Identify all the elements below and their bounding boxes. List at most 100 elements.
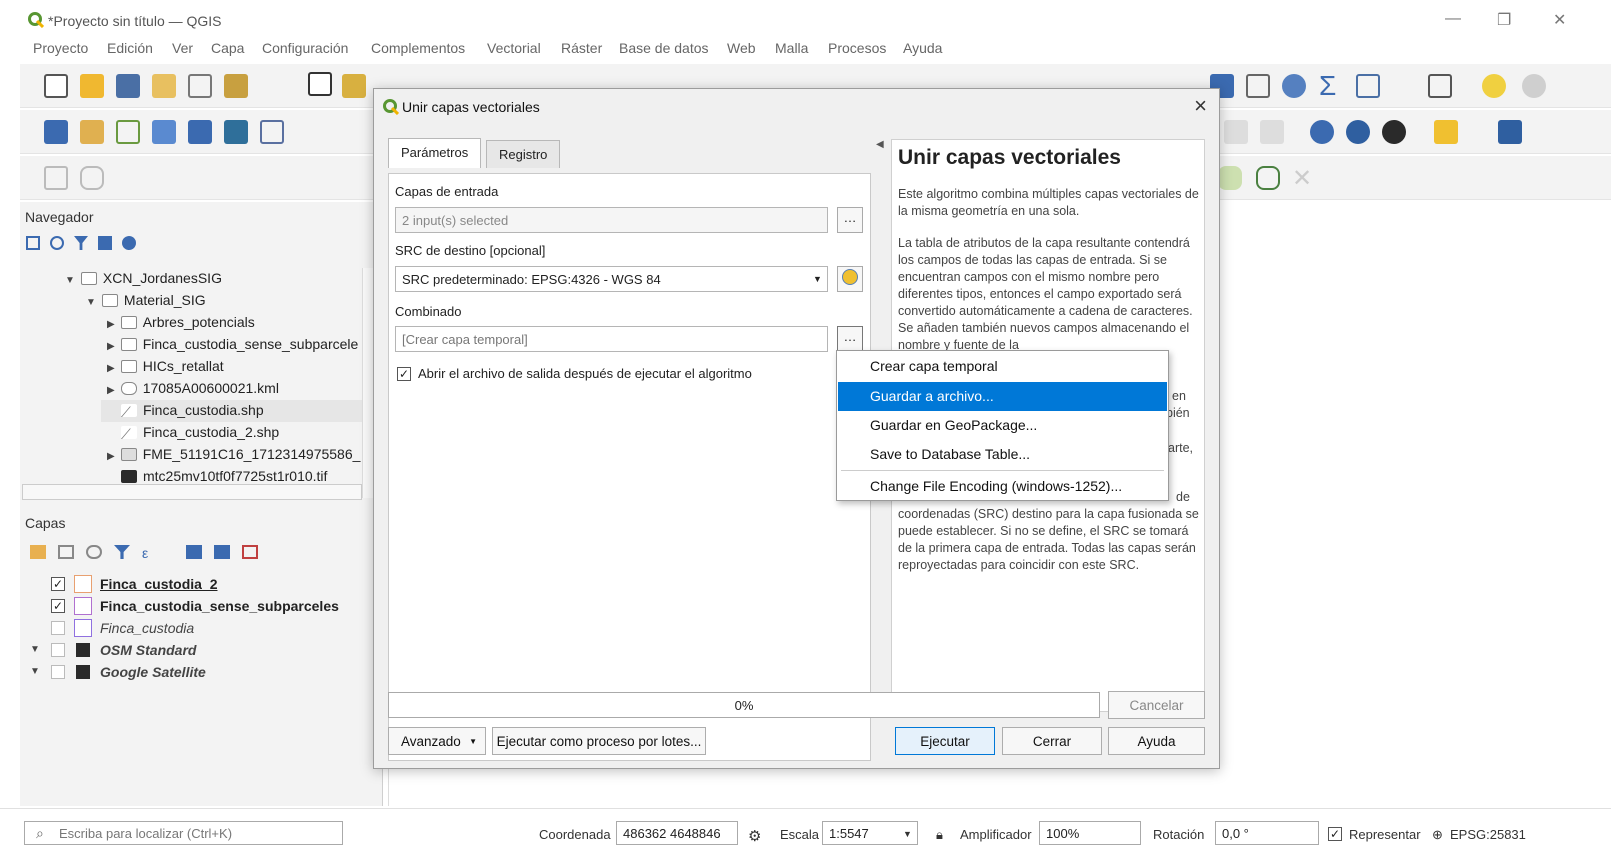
filter-icon[interactable] [74,236,88,250]
print-layout-icon[interactable] [188,74,212,98]
menu-item-change-encoding[interactable]: Change File Encoding (windows-1252)... [838,472,1167,501]
expand-arrow-icon[interactable]: ▼ [30,644,40,655]
close-window-icon[interactable]: ✕ [1553,10,1566,30]
tree-item[interactable]: ▼ XCN_JordanesSIG [65,270,222,286]
menu-item-save-to-database[interactable]: Save to Database Table... [838,440,1167,469]
remove-layer-icon[interactable] [242,545,258,559]
save-project-icon[interactable] [116,74,140,98]
layer-visibility-checkbox[interactable]: ✓ [51,577,65,591]
menu-item-save-to-file[interactable]: Guardar a archivo... [838,382,1167,411]
collapse-layers-icon[interactable] [214,545,230,559]
lock-icon[interactable]: 🔒︎ [936,827,943,843]
layer-symbol-swatch[interactable] [74,619,92,637]
add-vector-icon[interactable] [116,120,140,144]
add-raster-icon[interactable] [188,120,212,144]
magnifier-field[interactable]: 100% [1039,821,1141,845]
style-manager-icon[interactable] [224,74,248,98]
menu-complementos[interactable]: Complementos [371,40,465,56]
menu-ayuda[interactable]: Ayuda [903,40,942,56]
rotation-field[interactable]: 0,0 ° [1215,821,1319,845]
add-selected-icon[interactable] [26,236,40,250]
tree-item[interactable]: ▶ HICs_retallat [107,358,224,374]
crs-selector-button[interactable] [837,266,863,292]
tree-item[interactable]: ⟋ Finca_custodia_2.shp [121,424,279,442]
style-layer-icon[interactable] [30,545,46,559]
add-mesh-icon[interactable] [224,120,248,144]
expression-filter-icon[interactable]: ε [142,545,158,561]
visibility-eye-icon[interactable] [86,545,102,559]
new-project-icon[interactable] [44,74,68,98]
settings-gear-icon[interactable] [1282,74,1306,98]
input-layers-browse-button[interactable]: … [837,207,863,233]
tree-item[interactable]: ▶ Arbres_potencials [107,314,255,330]
statistics-sigma-icon[interactable]: Σ [1319,70,1336,102]
help-icon[interactable] [1498,120,1522,144]
filter-legend-icon[interactable] [114,545,130,559]
info-icon[interactable] [122,236,136,250]
menu-proyecto[interactable]: Proyecto [33,40,88,56]
snapping-icon[interactable] [1256,166,1280,190]
browser-horizontal-scrollbar[interactable] [22,484,362,500]
menu-item-save-to-geopackage[interactable]: Guardar en GeoPackage... [838,411,1167,440]
menu-procesos[interactable]: Procesos [828,40,886,56]
menu-capa[interactable]: Capa [211,40,244,56]
menu-edicion[interactable]: Edición [107,40,153,56]
input-layers-field[interactable]: 2 input(s) selected [395,207,828,233]
help-button[interactable]: Ayuda [1108,727,1205,755]
georeferencer-icon[interactable] [1310,120,1334,144]
add-group-icon[interactable] [58,545,74,559]
menu-malla[interactable]: Malla [775,40,808,56]
layer-name[interactable]: Finca_custodia_2 [100,576,218,592]
menu-ver[interactable]: Ver [172,40,193,56]
minimize-icon[interactable]: — [1445,10,1461,28]
batch-process-button[interactable]: Ejecutar como proceso por lotes... [492,727,706,755]
close-button[interactable]: Cerrar [1002,727,1102,755]
tree-item[interactable]: ▶ Finca_custodia_sense_subparcele [107,336,358,352]
coordinate-toggle-icon[interactable]: ⚙ [748,827,761,845]
layer-visibility-checkbox[interactable] [51,621,65,635]
merged-output-field[interactable]: [Crear capa temporal] [395,326,828,352]
tree-item[interactable]: ▼ Material_SIG [86,292,206,308]
output-options-button[interactable]: … [837,326,863,352]
menu-vectorial[interactable]: Vectorial [487,40,541,56]
tree-item[interactable]: mtc25mv10tf0f7725st1r010.tif [121,468,327,484]
close-dialog-icon[interactable]: × [1194,93,1207,119]
label-tool-icon[interactable] [1224,120,1248,144]
field-calculator-icon[interactable] [1356,74,1380,98]
target-crs-select[interactable]: SRC predeterminado: EPSG:4326 - WGS 84 [395,266,828,292]
advanced-button[interactable]: Avanzado ▼ [388,727,486,755]
layer-name[interactable]: Finca_custodia [100,620,194,636]
run-button[interactable]: Ejecutar [895,727,995,755]
collapse-all-icon[interactable] [98,236,112,250]
zoom-layer-icon[interactable] [1346,120,1370,144]
label-pin-icon[interactable] [1260,120,1284,144]
tree-item[interactable]: ▶ 17085A00600021.kml [107,380,279,396]
layer-name[interactable]: Finca_custodia_sense_subparceles [100,598,339,614]
menu-base-de-datos[interactable]: Base de datos [619,40,709,56]
map-tips-icon[interactable] [1482,74,1506,98]
layer-symbol-swatch[interactable] [74,575,92,593]
add-virtual-layer-icon[interactable] [260,120,284,144]
coordinate-field[interactable]: 486362 4648846 [616,821,738,845]
pan-to-selection-icon[interactable] [342,74,366,98]
layer-name[interactable]: OSM Standard [100,642,196,658]
tree-item[interactable]: ⟋ Finca_custodia.shp [101,400,383,422]
tab-registro[interactable]: Registro [486,140,561,168]
expand-all-icon[interactable] [186,545,202,559]
new-geopackage-icon[interactable] [80,120,104,144]
tab-parametros[interactable]: Parámetros [388,138,482,168]
menu-configuracion[interactable]: Configuración [262,40,348,56]
layer-visibility-checkbox[interactable] [51,665,65,679]
expand-arrow-icon[interactable]: ▼ [30,666,40,677]
collapse-help-icon[interactable]: ◀ [876,139,884,150]
tree-item[interactable]: ▶ FME_51191C16_1712314975586_ [107,446,360,462]
menu-raster[interactable]: Ráster [561,40,602,56]
measure-icon[interactable] [1428,74,1452,98]
crs-globe-icon[interactable]: ⊕ [1432,827,1443,843]
python-console-icon[interactable] [1434,120,1458,144]
layer-name[interactable]: Google Satellite [100,664,206,680]
refresh-icon[interactable] [50,236,64,250]
open-project-icon[interactable] [80,74,104,98]
plugin-globe-icon[interactable] [1382,120,1406,144]
data-source-manager-icon[interactable] [44,120,68,144]
